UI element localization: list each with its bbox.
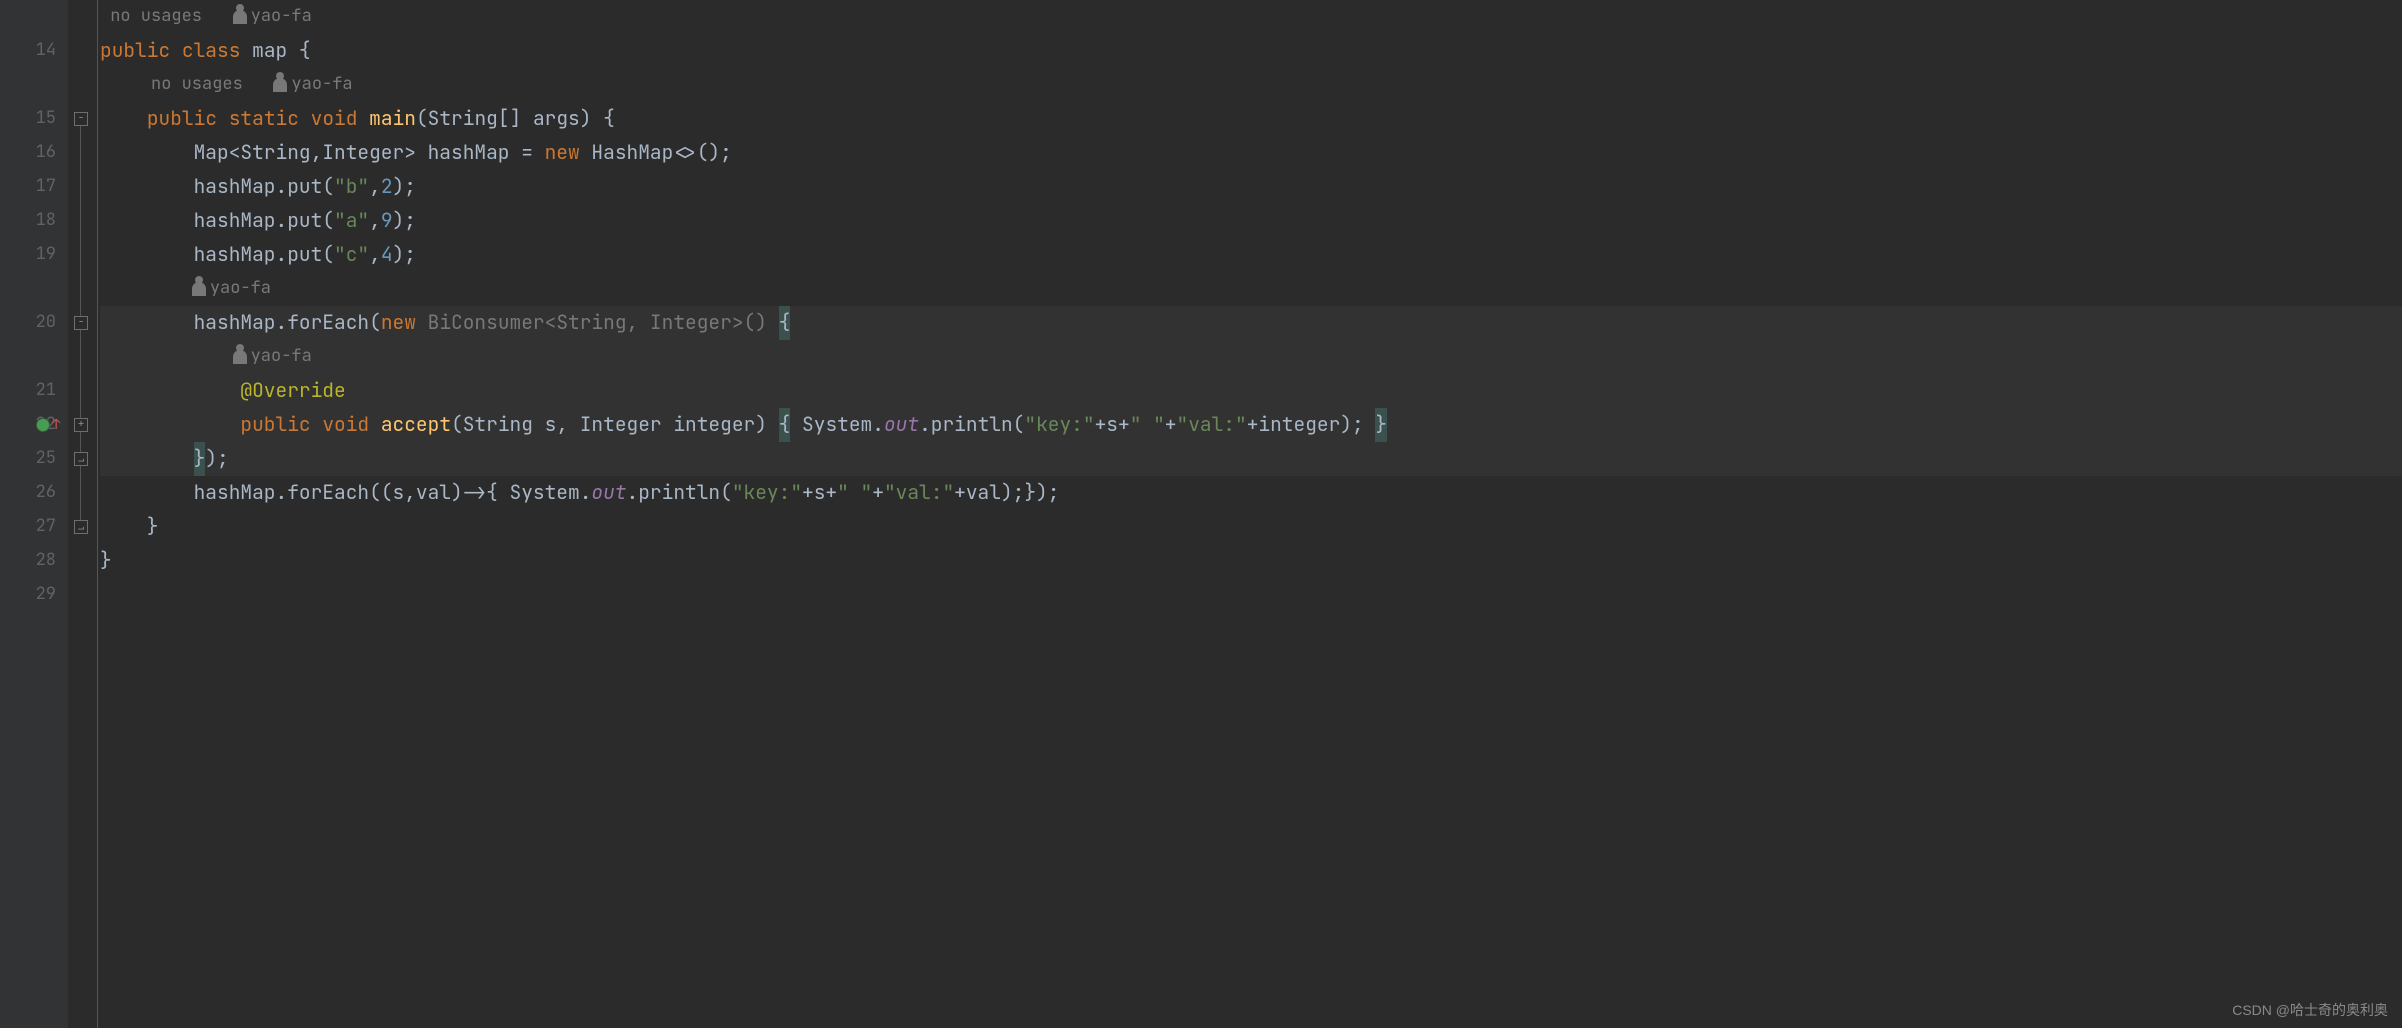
line-number[interactable]: 29 xyxy=(0,578,68,612)
override-up-icon[interactable]: ↑ xyxy=(52,413,60,437)
line-number[interactable]: 18 xyxy=(0,204,68,238)
line-number[interactable]: 17 xyxy=(0,170,68,204)
inlay-hint-row: no usages yao-fa xyxy=(100,0,2402,34)
code-row[interactable]: hashMap.put("a",9); xyxy=(100,204,2402,238)
line-number[interactable]: 20 xyxy=(0,306,68,340)
line-number[interactable]: 28 xyxy=(0,544,68,578)
code-row[interactable]: public class map { xyxy=(100,34,2402,68)
code-row[interactable]: public void accept(String s, Integer int… xyxy=(100,408,2402,442)
fold-toggle-icon[interactable]: − xyxy=(74,316,88,330)
author-icon xyxy=(192,282,206,296)
code-row[interactable]: hashMap.put("c",4); xyxy=(100,238,2402,272)
code-row[interactable] xyxy=(100,578,2402,612)
author-icon xyxy=(233,10,247,24)
code-row[interactable]: hashMap.put("b",2); xyxy=(100,170,2402,204)
line-number[interactable]: 16 xyxy=(0,136,68,170)
line-number[interactable]: 25 xyxy=(0,442,68,476)
code-row[interactable]: hashMap.forEach((s,val)->{ System.out.pr… xyxy=(100,476,2402,510)
breakpoint-icon[interactable] xyxy=(36,418,50,432)
code-row[interactable]: Map<String,Integer> hashMap = new HashMa… xyxy=(100,136,2402,170)
code-row[interactable]: public static void main(String[] args) { xyxy=(100,102,2402,136)
fold-toggle-icon[interactable]: + xyxy=(74,418,88,432)
line-number[interactable]: 26 xyxy=(0,476,68,510)
line-number[interactable]: 15▶ xyxy=(0,102,68,136)
code-row[interactable]: } xyxy=(100,510,2402,544)
inlay-hint-row: yao-fa xyxy=(100,340,2402,374)
author-icon xyxy=(233,350,247,364)
line-number[interactable]: 22↑ xyxy=(0,408,68,442)
line-number-gutter: 14▶ 15▶ 16 17 18 19 20 21 22↑ 25 26 27 2… xyxy=(0,0,68,1028)
author-icon xyxy=(273,78,287,92)
code-editor[interactable]: 14▶ 15▶ 16 17 18 19 20 21 22↑ 25 26 27 2… xyxy=(0,0,2402,1028)
line-number[interactable]: 21 xyxy=(0,374,68,408)
code-row[interactable]: } xyxy=(100,544,2402,578)
fold-end-icon[interactable]: ⌐ xyxy=(74,452,88,466)
inlay-hint-row: yao-fa xyxy=(100,272,2402,306)
line-number[interactable]: 14▶ xyxy=(0,34,68,68)
watermark: CSDN @哈士奇的奥利奥 xyxy=(2232,998,2388,1022)
code-row[interactable]: hashMap.forEach(new BiConsumer<String, I… xyxy=(100,306,2402,340)
fold-end-icon[interactable]: ⌐ xyxy=(74,520,88,534)
code-area[interactable]: no usages yao-fa public class map { no u… xyxy=(98,0,2402,1028)
code-row[interactable]: @Override xyxy=(100,374,2402,408)
line-number[interactable]: 27 xyxy=(0,510,68,544)
code-row[interactable]: }); xyxy=(100,442,2402,476)
fold-column: − − + ⌐ ⌐ xyxy=(68,0,98,1028)
fold-toggle-icon[interactable]: − xyxy=(74,112,88,126)
inlay-hint-row: no usages yao-fa xyxy=(100,68,2402,102)
line-number[interactable]: 19 xyxy=(0,238,68,272)
